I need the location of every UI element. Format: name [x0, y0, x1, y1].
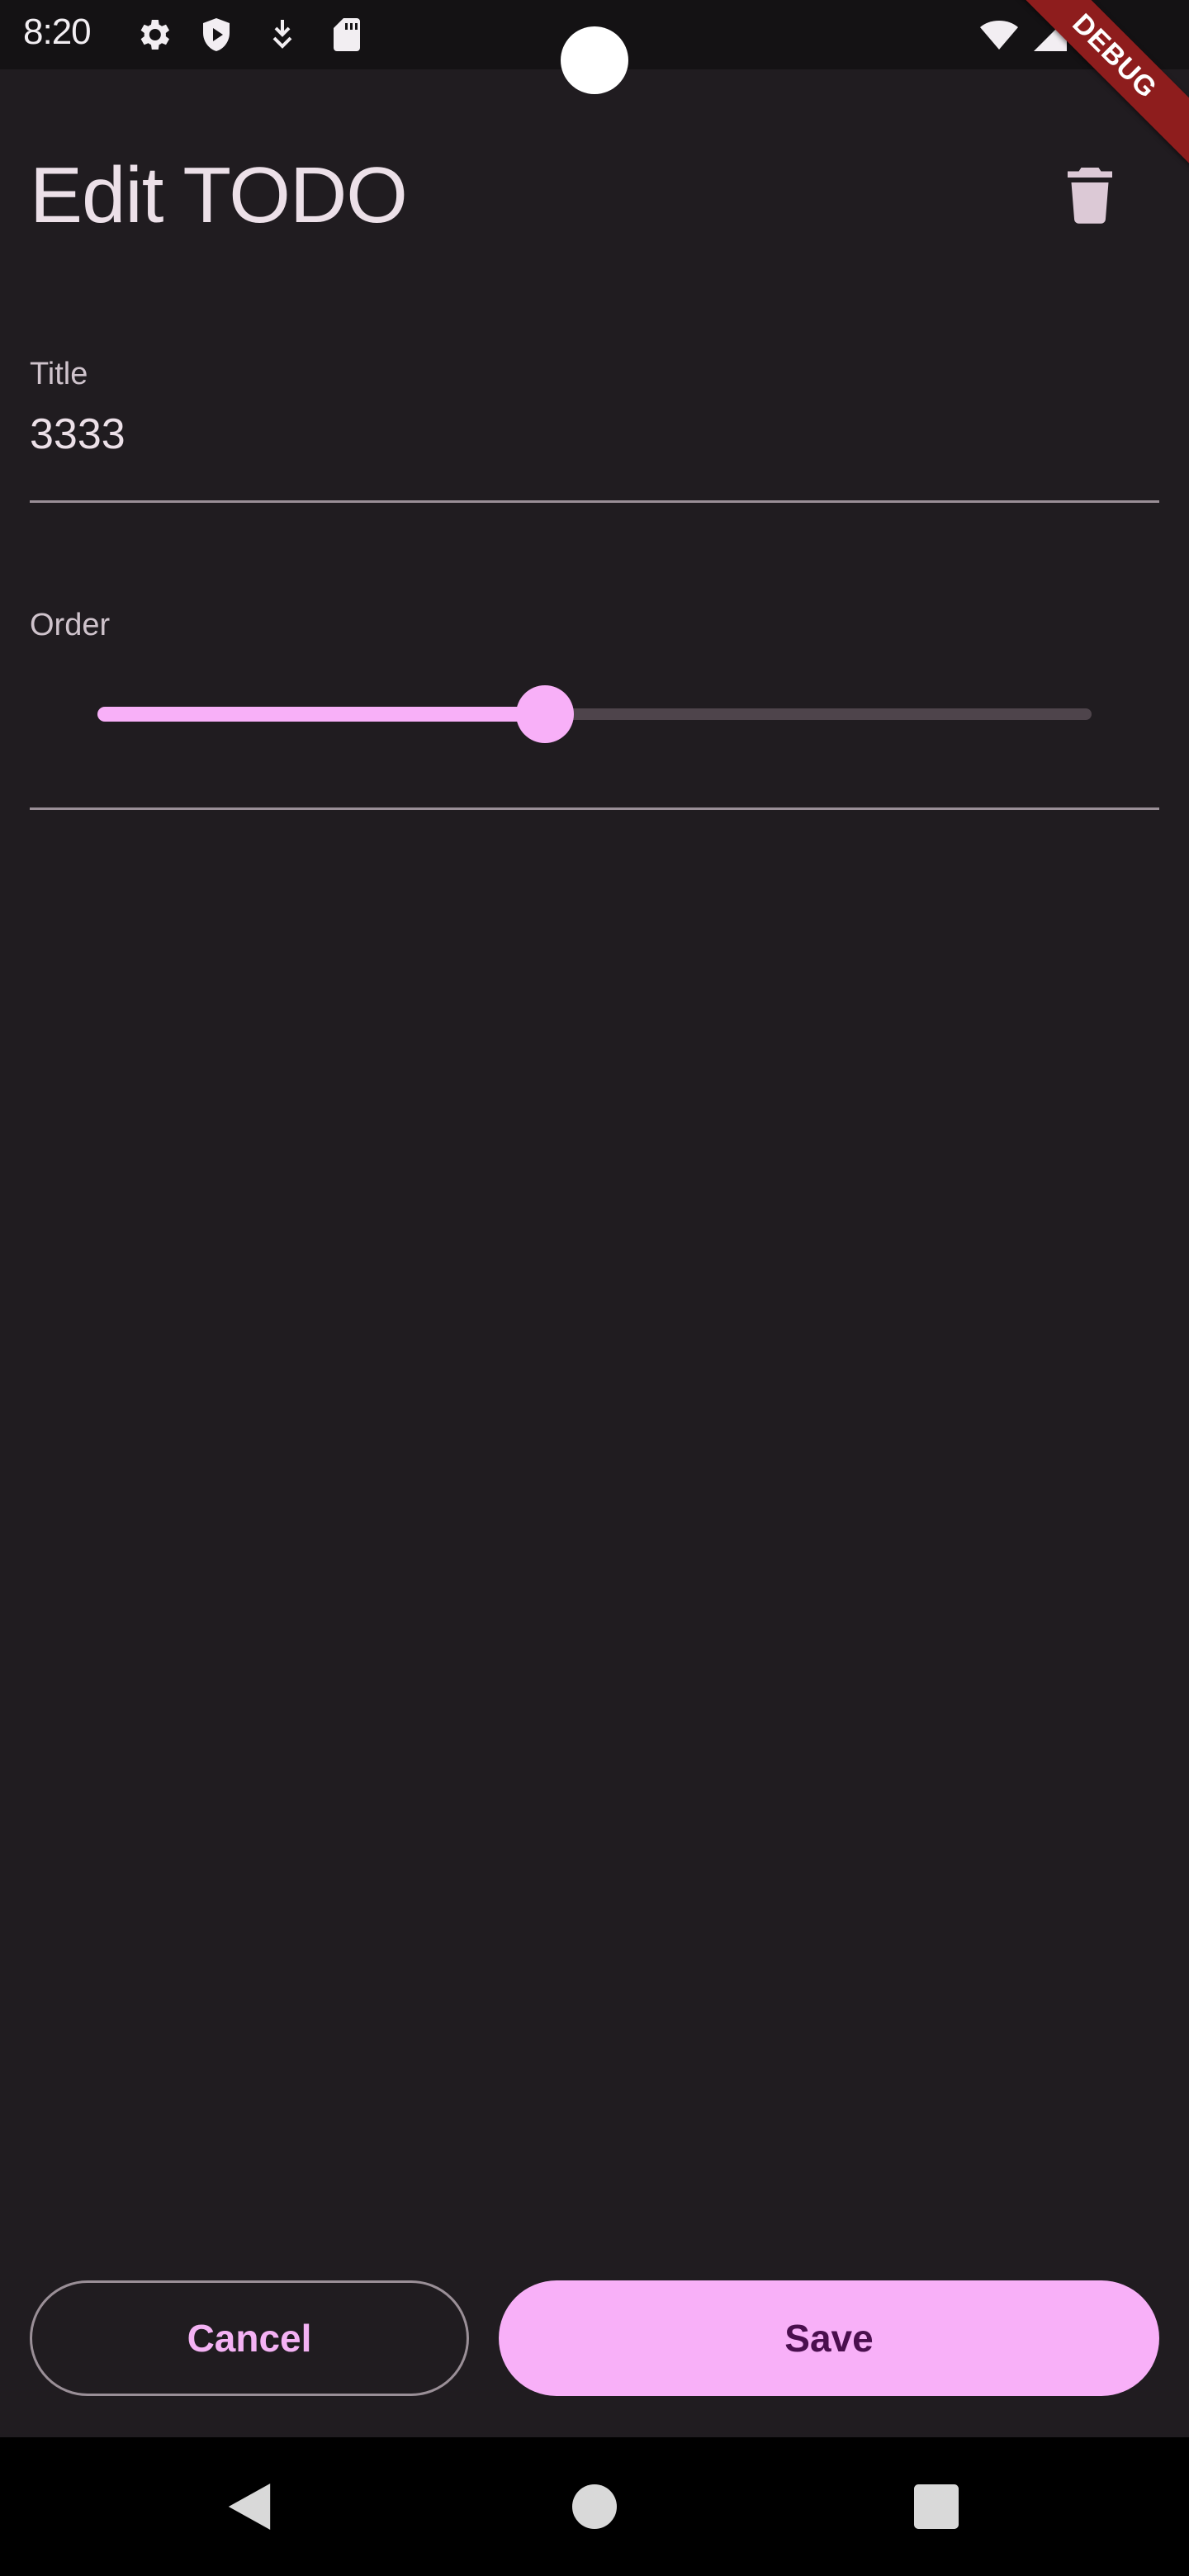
- title-field[interactable]: 3333: [30, 410, 126, 459]
- cancel-button[interactable]: Cancel: [30, 2280, 469, 2396]
- order-field-underline: [30, 807, 1159, 810]
- shield-play-icon: [203, 18, 230, 51]
- screen: 8:20 DEBUG Edit TODO Title 3333 Order Ca…: [0, 0, 1189, 2576]
- nav-home-button[interactable]: [558, 2470, 631, 2543]
- slider-active-track: [97, 707, 545, 722]
- slider-thumb[interactable]: [515, 685, 574, 743]
- order-field-label: Order: [30, 608, 111, 642]
- camera-cutout: [561, 26, 628, 94]
- trash-icon: [1068, 168, 1112, 224]
- order-slider[interactable]: [97, 685, 1092, 743]
- navigation-bar: [0, 2437, 1189, 2576]
- save-button[interactable]: Save: [499, 2280, 1159, 2396]
- page-title: Edit TODO: [30, 151, 408, 239]
- wifi-icon: [980, 21, 1018, 50]
- nav-recents-button[interactable]: [900, 2470, 973, 2543]
- sd-card-icon: [334, 18, 360, 51]
- back-icon: [228, 2484, 271, 2530]
- recents-icon: [914, 2484, 959, 2529]
- title-field-underline: [30, 500, 1159, 503]
- home-icon: [572, 2484, 617, 2529]
- delete-button[interactable]: [1054, 159, 1126, 231]
- download-icon: [272, 20, 292, 49]
- nav-back-button[interactable]: [213, 2470, 286, 2543]
- status-time: 8:20: [23, 12, 92, 52]
- title-field-label: Title: [30, 357, 88, 391]
- gear-icon: [140, 20, 169, 50]
